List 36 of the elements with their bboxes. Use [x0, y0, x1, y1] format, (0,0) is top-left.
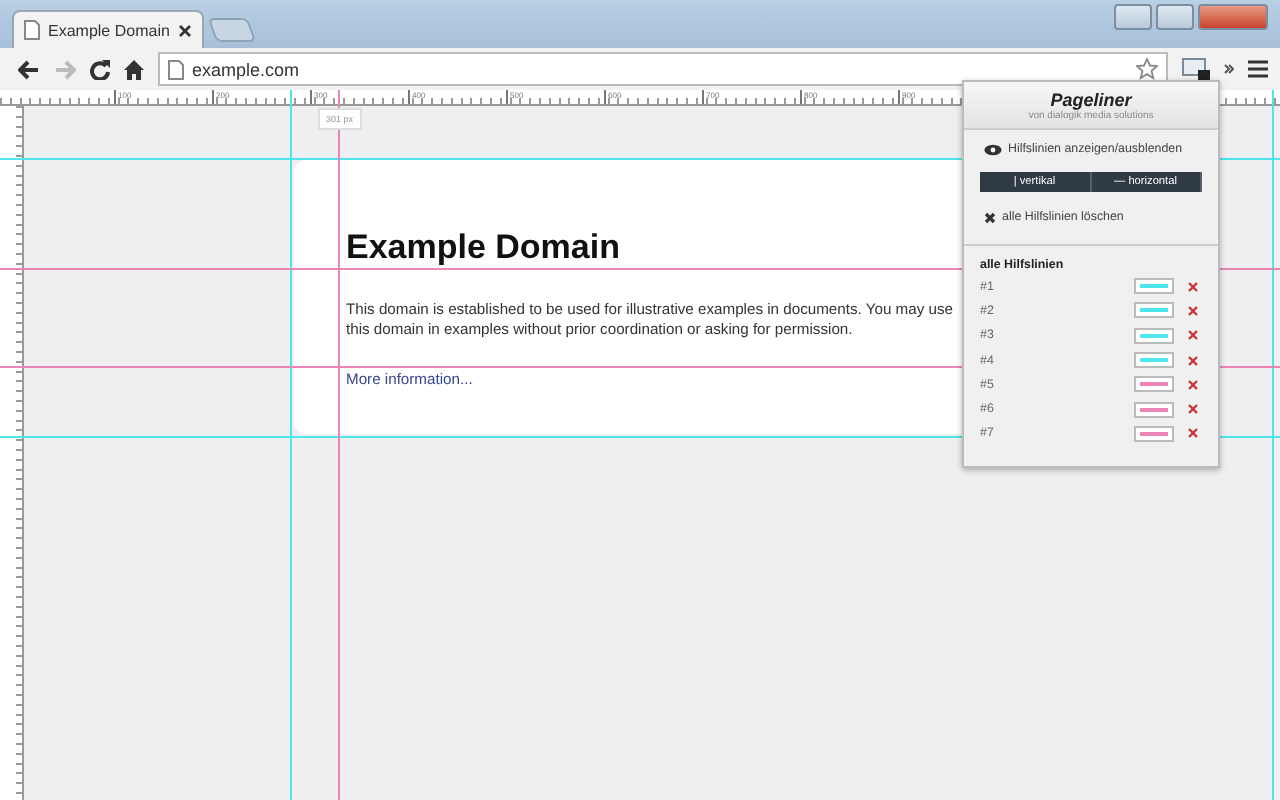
minimize-button[interactable] [1114, 4, 1152, 30]
eye-icon [984, 143, 1002, 155]
overflow-icon[interactable] [1224, 64, 1234, 74]
delete-icon[interactable] [1188, 428, 1198, 439]
home-icon[interactable] [124, 59, 144, 79]
page-icon [168, 59, 184, 79]
back-icon[interactable] [18, 59, 40, 79]
new-tab-button[interactable] [207, 18, 257, 42]
guide-color-swatch[interactable] [1134, 352, 1174, 369]
delete-icon[interactable] [1188, 330, 1198, 341]
guide-color-swatch[interactable] [1134, 401, 1174, 418]
forward-icon[interactable] [54, 59, 76, 79]
guide-color-swatch[interactable] [1134, 278, 1174, 295]
guide-color-swatch[interactable] [1134, 376, 1174, 393]
popup-title: Pageliner [1048, 90, 1134, 110]
address-bar[interactable]: example.com [158, 52, 1168, 86]
maximize-button[interactable] [1156, 4, 1194, 30]
guide-color-swatch[interactable] [1134, 425, 1174, 442]
page-heading: Example Domain [346, 228, 622, 268]
delete-icon[interactable] [1188, 305, 1198, 316]
delete-icon[interactable] [1188, 379, 1198, 390]
delete-icon[interactable] [1188, 404, 1198, 415]
delete-icon[interactable] [1188, 355, 1198, 366]
ruler-extension-icon[interactable] [1182, 56, 1210, 82]
browser-tab[interactable]: Example Domain [12, 10, 204, 48]
window-close-button[interactable] [1198, 4, 1268, 30]
close-icon[interactable] [178, 23, 192, 37]
close-icon [984, 211, 996, 223]
guide-color-swatch[interactable] [1134, 327, 1174, 344]
reload-icon[interactable] [90, 59, 110, 79]
guide-line[interactable] [338, 90, 340, 800]
star-icon[interactable] [1136, 58, 1158, 80]
page-icon [24, 20, 40, 40]
menu-icon[interactable] [1248, 60, 1268, 78]
delete-icon[interactable] [1188, 281, 1198, 292]
guide-color-swatch[interactable] [1134, 302, 1174, 319]
